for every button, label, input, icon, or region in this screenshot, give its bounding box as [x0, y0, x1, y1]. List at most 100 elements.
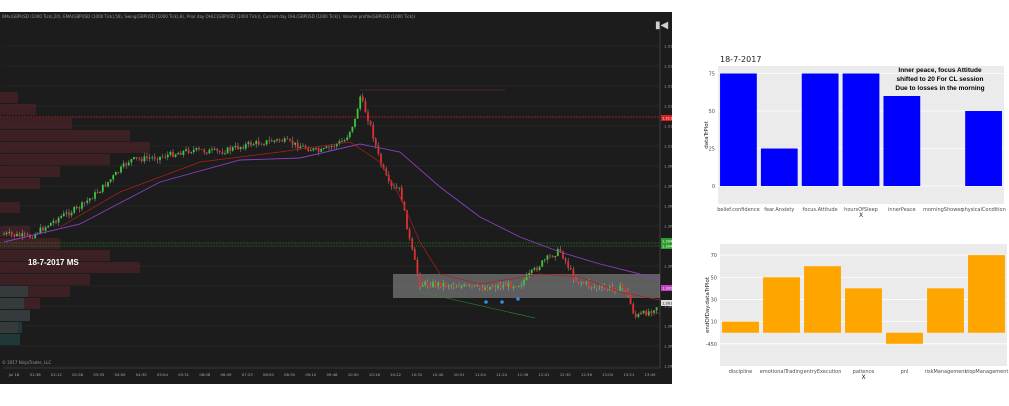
bar-emotionalTrading [763, 277, 800, 333]
candle-body [107, 181, 109, 187]
candle-body [543, 259, 546, 261]
candle-body [185, 149, 187, 151]
price-tag-label: 1.30487 [662, 240, 672, 244]
time-tick-label: 10:00 [348, 372, 360, 377]
time-tick-label: 10:16 [369, 372, 381, 377]
scroll-end-icon[interactable]: ▮◀ [655, 20, 668, 31]
candle-body [138, 158, 141, 159]
candle-body [268, 140, 271, 142]
trading-chart-panel[interactable]: 1.31570 1.31470 1.31370 1.31270 1.31170 1.310… [0, 12, 672, 384]
candle-body [494, 287, 497, 289]
candle-body [68, 212, 70, 216]
swing-marker [500, 300, 504, 304]
candle-body [216, 148, 219, 151]
volume-profile-bar [0, 274, 90, 285]
candle-body [341, 141, 343, 143]
candle-body [213, 148, 216, 150]
x-tick-label: discipline [729, 369, 753, 375]
candle-body [88, 198, 91, 201]
candle-body [47, 225, 50, 228]
candle-body [497, 285, 499, 289]
bar-patience [845, 288, 882, 333]
candle-body [354, 118, 356, 127]
candle-body [564, 258, 567, 262]
candle-body [177, 152, 180, 155]
candle-body [276, 139, 278, 141]
x-tick-label: pnl [901, 369, 909, 375]
candle-body [203, 149, 206, 153]
candle-body [252, 144, 255, 146]
price-tick-label: 1.31270 [664, 104, 672, 109]
volume-profile-bar [0, 298, 24, 309]
candle-body [343, 140, 346, 142]
y-tick-label: 0 [712, 184, 715, 190]
candle-body [632, 304, 635, 314]
time-tick-label: Jul 18 [8, 372, 20, 377]
candle-body [575, 279, 577, 282]
copyright-text: © 2017 NinjaTrader, LLC [2, 360, 52, 365]
candle-body [491, 286, 494, 288]
x-tick-label: riskManagement [925, 369, 967, 375]
candle-body [281, 140, 284, 142]
candle-body [283, 138, 286, 142]
candle-body [273, 140, 276, 142]
candle-body [133, 157, 135, 160]
candle-body [520, 284, 523, 286]
volume-profile-bar [0, 322, 22, 333]
candle-body [585, 281, 588, 284]
swing-marker [516, 297, 520, 301]
candle-body [18, 233, 21, 237]
candle-body [413, 248, 416, 260]
candle-body [101, 184, 104, 192]
candle-body [408, 229, 411, 239]
x-tick-label: physicalCondition [961, 207, 1005, 213]
bar-focus.Attitude [801, 73, 839, 186]
candle-body [257, 141, 260, 145]
candle-body [629, 295, 632, 305]
time-tick-label: 10:40 [433, 372, 445, 377]
time-tick-label: 13:21 [623, 372, 635, 377]
candle-body [489, 286, 492, 290]
candle-body [398, 187, 401, 189]
bar-physicalCondition [965, 111, 1002, 186]
candle-body [286, 138, 289, 140]
candle-body [473, 285, 476, 287]
candle-body [484, 287, 486, 290]
candle-body [551, 255, 554, 258]
time-tick-label: 10:32 [411, 372, 423, 377]
candlestick-chart[interactable]: 1.31570 1.31470 1.31370 1.31270 1.31170 1.310… [0, 12, 672, 384]
time-tick-label: 08:00 [263, 372, 275, 377]
candle-body [239, 147, 242, 149]
candle-body [52, 220, 55, 223]
time-tick-label: 10:22 [390, 372, 402, 377]
candle-body [179, 152, 182, 155]
candle-body [299, 146, 302, 149]
candle-body [156, 159, 159, 161]
x-axis-label: X [859, 212, 863, 218]
candle-body [455, 286, 458, 288]
y-tick-label: 75 [709, 72, 715, 78]
candle-body [330, 146, 333, 148]
candle-body [296, 142, 299, 149]
candle-body [486, 287, 489, 290]
candle-body [265, 140, 268, 145]
price-tag-label: 1.30179 [662, 302, 672, 306]
candle-body [601, 286, 603, 288]
time-tick-label: 11:24 [496, 372, 508, 377]
time-tick-label: 04:00 [115, 372, 127, 377]
candle-body [57, 217, 60, 223]
candle-body [114, 172, 117, 176]
candle-body [328, 146, 330, 148]
candle-body [81, 202, 83, 209]
time-tick-label: 13:04 [602, 372, 614, 377]
x-tick-label: morningShower [923, 207, 963, 213]
time-tick-label: 09:10 [305, 372, 317, 377]
candle-body [515, 286, 518, 288]
x-tick-label: focus.Attitude [803, 207, 838, 213]
candle-body [559, 248, 562, 252]
candle-body [117, 172, 120, 173]
candle-body [593, 286, 596, 288]
candle-body [447, 286, 450, 287]
candle-body [582, 282, 585, 284]
candle-body [112, 175, 115, 180]
